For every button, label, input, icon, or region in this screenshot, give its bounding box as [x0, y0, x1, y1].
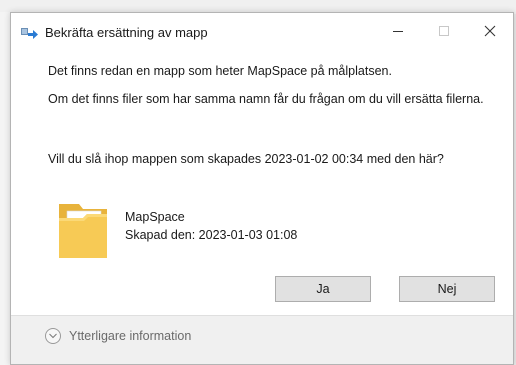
message-same-name-files: Om det finns filer som har samma namn få…	[48, 92, 484, 106]
background-left-edge	[0, 12, 10, 365]
folder-name: MapSpace	[125, 210, 185, 224]
more-info-toggle[interactable]: Ytterligare information	[45, 328, 191, 344]
minimize-icon	[393, 31, 403, 32]
window-title: Bekräfta ersättning av mapp	[45, 25, 208, 40]
maximize-button[interactable]	[421, 13, 467, 49]
more-info-label: Ytterligare information	[69, 329, 192, 343]
folder-info: MapSpace Skapad den: 2023-01-03 01:08	[53, 196, 383, 264]
move-folder-icon	[21, 26, 39, 40]
message-merge-question: Vill du slå ihop mappen som skapades 202…	[48, 152, 444, 166]
close-icon	[484, 25, 496, 37]
close-button[interactable]	[467, 13, 513, 49]
dialog-footer: Ytterligare information	[11, 315, 513, 364]
minimize-button[interactable]	[375, 13, 421, 49]
no-button[interactable]: Nej	[399, 276, 495, 302]
message-existing-folder: Det finns redan en mapp som heter MapSpa…	[48, 64, 392, 78]
title-bar[interactable]: Bekräfta ersättning av mapp	[11, 13, 513, 53]
maximize-icon	[439, 26, 449, 36]
folder-icon	[53, 196, 113, 262]
folder-created-date: Skapad den: 2023-01-03 01:08	[125, 228, 298, 242]
chevron-down-icon	[45, 328, 61, 344]
yes-button[interactable]: Ja	[275, 276, 371, 302]
replace-folder-dialog: Bekräfta ersättning av mapp Det finns re…	[10, 12, 514, 365]
